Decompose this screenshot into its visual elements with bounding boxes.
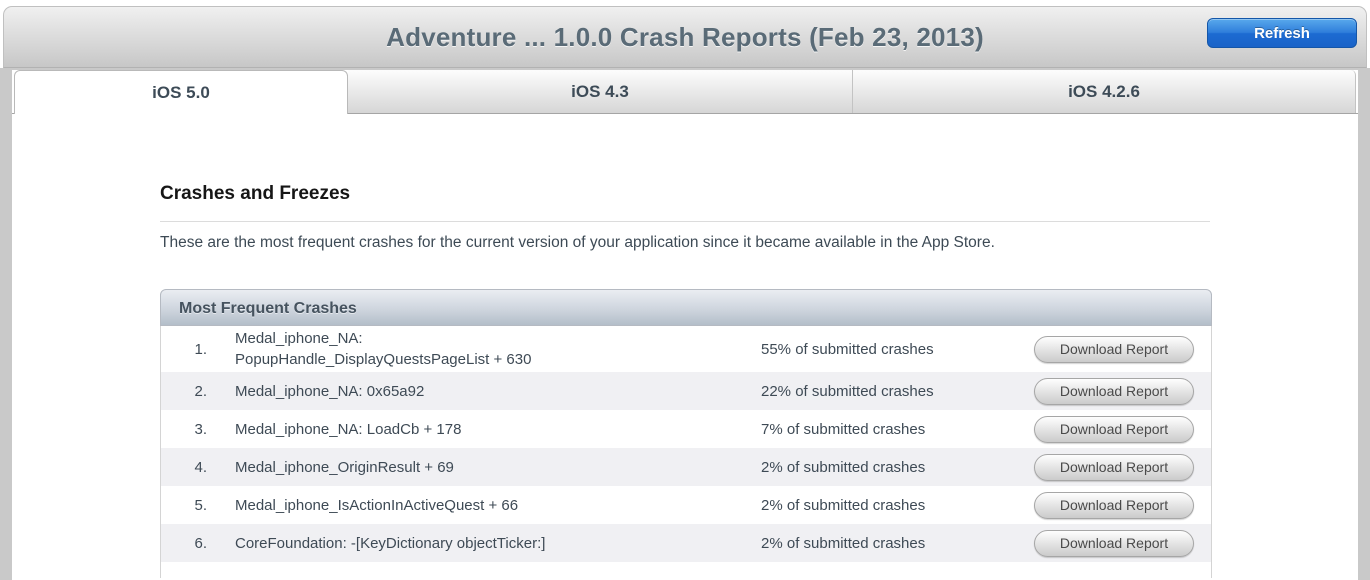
row-action: Download Report bbox=[1034, 416, 1194, 443]
main-content: Crashes and Freezes These are the most f… bbox=[12, 182, 1358, 578]
table-title: Most Frequent Crashes bbox=[160, 289, 1212, 326]
section-heading: Crashes and Freezes bbox=[160, 182, 1358, 206]
crash-reports-page: Adventure ... 1.0.0 Crash Reports (Feb 2… bbox=[0, 0, 1370, 580]
row-number: 3. bbox=[161, 421, 207, 438]
table-row: 6. CoreFoundation: -[KeyDictionary objec… bbox=[161, 524, 1211, 562]
table-row: 3. Medal_iphone_NA: LoadCb + 178 7% of s… bbox=[161, 410, 1211, 448]
crash-share: 7% of submitted crashes bbox=[761, 421, 1001, 438]
download-report-button[interactable]: Download Report bbox=[1034, 492, 1194, 519]
row-number: 1. bbox=[161, 341, 207, 358]
tab-ios-4-2-6[interactable]: iOS 4.2.6 bbox=[853, 70, 1356, 113]
row-number: 5. bbox=[161, 497, 207, 514]
table-row: 5. Medal_iphone_IsActionInActiveQuest + … bbox=[161, 486, 1211, 524]
row-number: 6. bbox=[161, 535, 207, 552]
download-report-button[interactable]: Download Report bbox=[1034, 530, 1194, 557]
row-action: Download Report bbox=[1034, 454, 1194, 481]
download-report-button[interactable]: Download Report bbox=[1034, 416, 1194, 443]
download-report-button[interactable]: Download Report bbox=[1034, 336, 1194, 363]
section-description: These are the most frequent crashes for … bbox=[160, 233, 1220, 253]
crash-share: 2% of submitted crashes bbox=[761, 497, 1001, 514]
tab-label: iOS 4.2.6 bbox=[1068, 82, 1140, 102]
tab-ios-5-0[interactable]: iOS 5.0 bbox=[14, 70, 348, 114]
crash-share: 22% of submitted crashes bbox=[761, 383, 1001, 400]
row-action: Download Report bbox=[1034, 336, 1194, 363]
crash-share: 2% of submitted crashes bbox=[761, 535, 1001, 552]
refresh-button[interactable]: Refresh bbox=[1207, 18, 1357, 48]
crash-name: Medal_iphone_OriginResult + 69 bbox=[235, 457, 705, 478]
table-row: 2. Medal_iphone_NA: 0x65a92 22% of submi… bbox=[161, 372, 1211, 410]
section-divider bbox=[160, 221, 1210, 222]
crash-name: Medal_iphone_NA: 0x65a92 bbox=[235, 381, 705, 402]
crash-name: Medal_iphone_NA: LoadCb + 178 bbox=[235, 419, 705, 440]
table-rows: 1. Medal_iphone_NA: PopupHandle_DisplayQ… bbox=[160, 326, 1212, 578]
crash-name: CoreFoundation: -[KeyDictionary objectTi… bbox=[235, 533, 705, 554]
table-row: 1. Medal_iphone_NA: PopupHandle_DisplayQ… bbox=[161, 326, 1211, 372]
content-panel: iOS 5.0 iOS 4.3 iOS 4.2.6 Crashes and Fr… bbox=[12, 70, 1358, 580]
crash-name: Medal_iphone_IsActionInActiveQuest + 66 bbox=[235, 495, 705, 516]
crash-share: 55% of submitted crashes bbox=[761, 341, 1001, 358]
row-action: Download Report bbox=[1034, 530, 1194, 557]
crash-share: 2% of submitted crashes bbox=[761, 459, 1001, 476]
table-row: 4. Medal_iphone_OriginResult + 69 2% of … bbox=[161, 448, 1211, 486]
header-bar: Adventure ... 1.0.0 Crash Reports (Feb 2… bbox=[3, 6, 1367, 68]
row-action: Download Report bbox=[1034, 378, 1194, 405]
tab-ios-4-3[interactable]: iOS 4.3 bbox=[348, 70, 853, 113]
most-frequent-crashes-table: Most Frequent Crashes 1. Medal_iphone_NA… bbox=[160, 289, 1212, 578]
tab-label: iOS 4.3 bbox=[571, 82, 629, 102]
os-version-tabbar: iOS 5.0 iOS 4.3 iOS 4.2.6 bbox=[12, 70, 1358, 114]
row-number: 2. bbox=[161, 383, 207, 400]
page-title: Adventure ... 1.0.0 Crash Reports (Feb 2… bbox=[4, 22, 1366, 53]
row-number: 4. bbox=[161, 459, 207, 476]
crash-name: Medal_iphone_NA: PopupHandle_DisplayQues… bbox=[235, 328, 705, 370]
tab-label: iOS 5.0 bbox=[152, 83, 210, 103]
row-action: Download Report bbox=[1034, 492, 1194, 519]
download-report-button[interactable]: Download Report bbox=[1034, 378, 1194, 405]
download-report-button[interactable]: Download Report bbox=[1034, 454, 1194, 481]
